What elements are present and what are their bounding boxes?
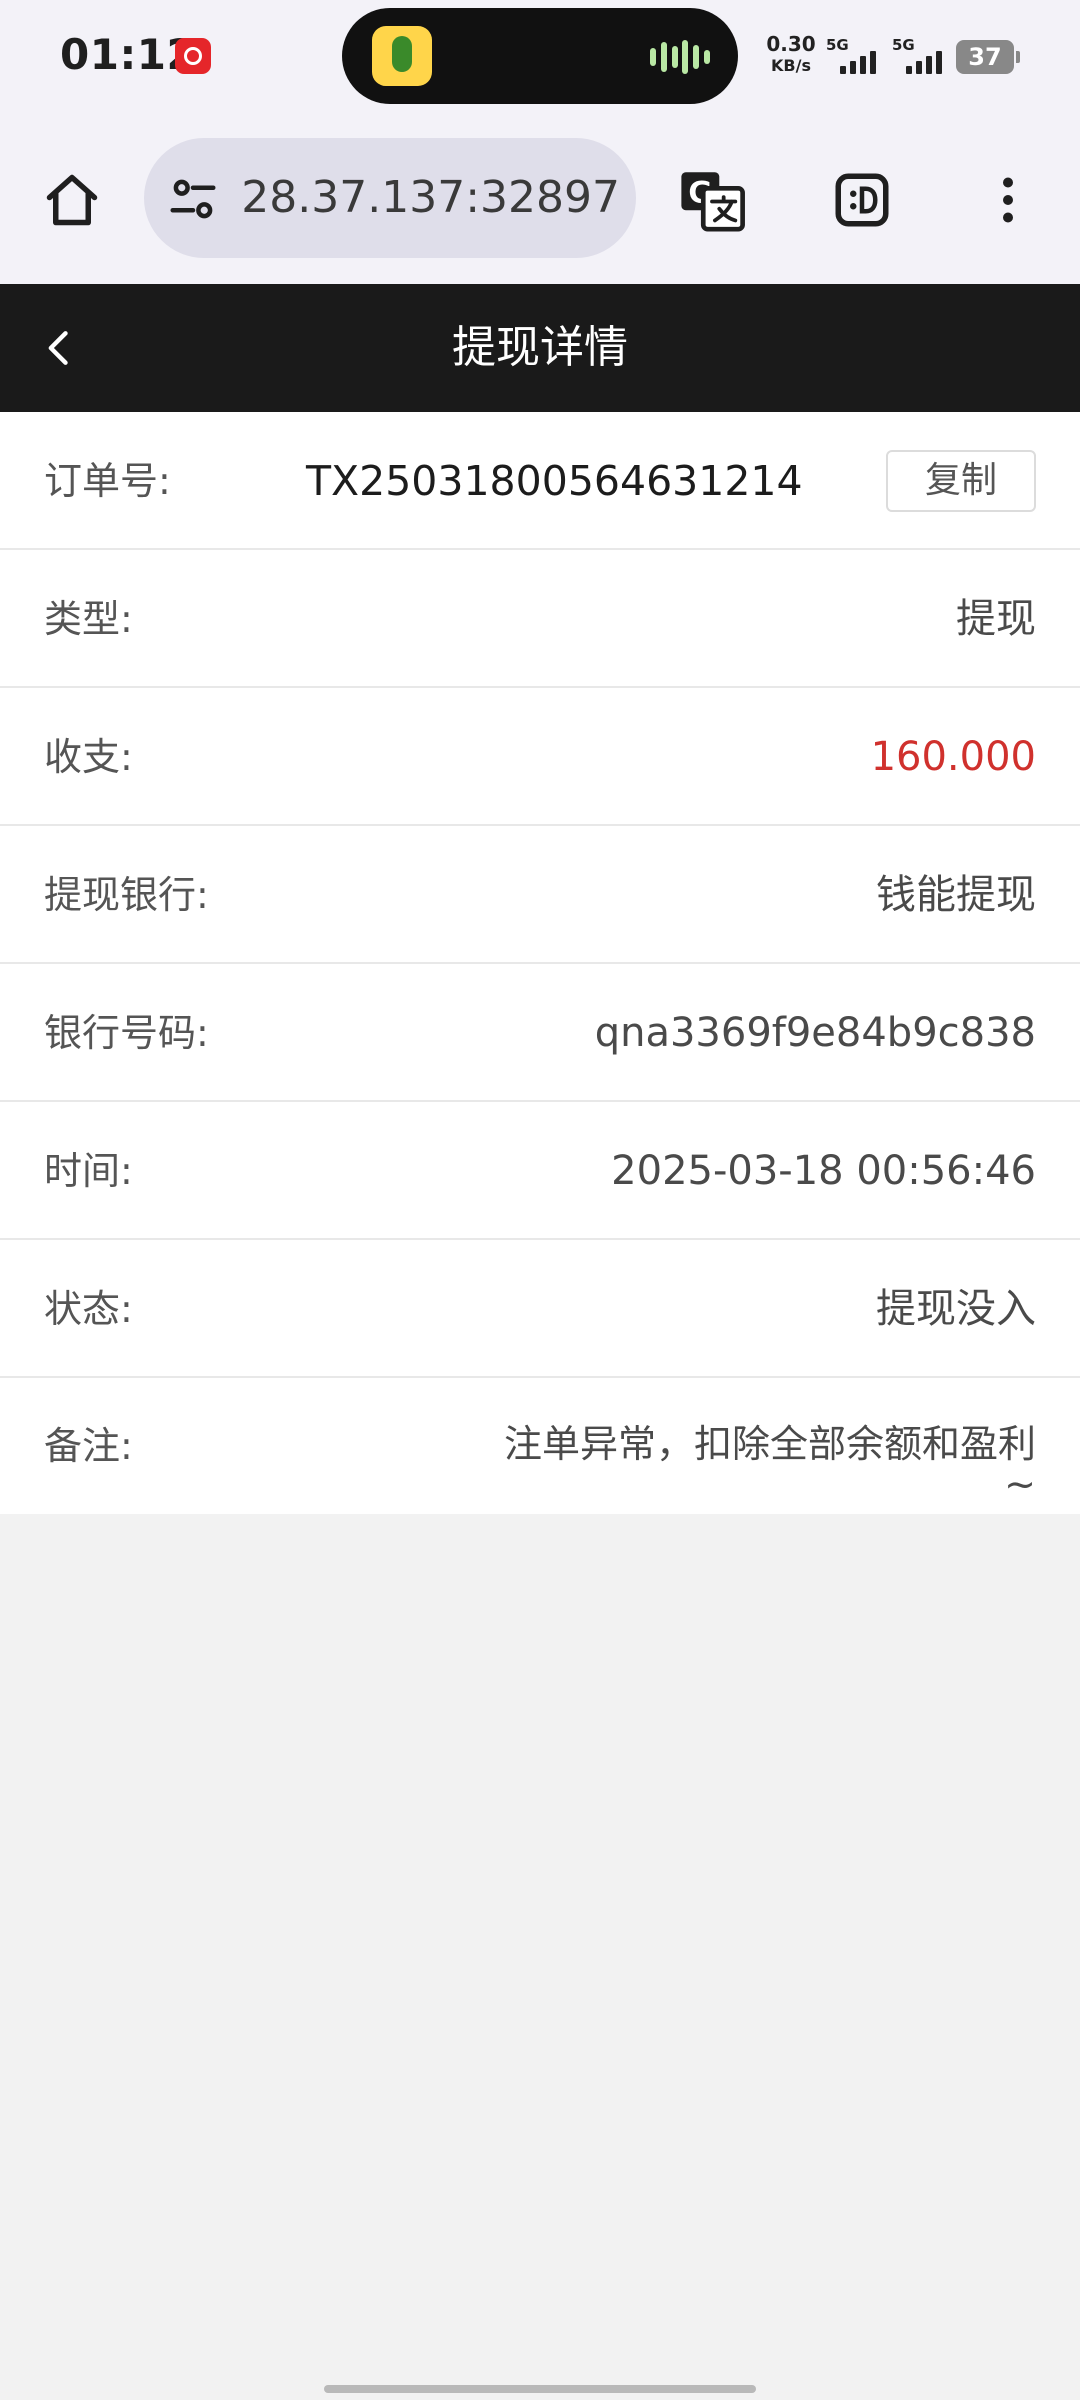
dynamic-island[interactable] [342,8,738,104]
detail-row-bank: 提现银行: 钱能提现 [0,826,1080,964]
chevron-left-icon [48,331,68,365]
remark-value: 注单异常，扣除全部余额和盈利~ [503,1422,1036,1506]
amount-value: 160.000 [870,734,1036,780]
address-bar[interactable]: 1.128.37.137:32897 [144,138,636,258]
translate-icon: G [681,172,745,232]
battery-icon: 37 [956,40,1020,74]
detail-row-remark: 备注: 注单异常，扣除全部余额和盈利~ [0,1378,1080,1514]
music-app-notification-icon [175,38,211,74]
detail-row-time: 时间: 2025-03-18 00:56:46 [0,1102,1080,1240]
url-text[interactable]: 1.128.37.137:32897 [240,166,620,230]
status-label: 状态: [44,1287,133,1331]
browser-toolbar: 1.128.37.137:32897 G [0,118,1080,284]
extension-button[interactable] [822,160,902,240]
page-title: 提现详情 [452,322,628,373]
site-settings-icon[interactable] [166,172,220,226]
detail-row-account: 银行号码: qna3369f9e84b9c838 [0,964,1080,1102]
time-label: 时间: [44,1149,133,1193]
account-label: 银行号码: [44,1011,209,1055]
more-vert-icon [1003,177,1013,223]
detail-row-amount: 收支: 160.000 [0,688,1080,826]
time-value: 2025-03-18 00:56:46 [611,1148,1036,1194]
remark-label: 备注: [44,1424,133,1468]
type-label: 类型: [44,597,133,641]
detail-row-order: 订单号: TX25031800564631214 复制 [0,412,1080,550]
extension-icon [835,173,889,227]
detail-row-type: 类型: 提现 [0,550,1080,688]
type-value: 提现 [956,596,1036,642]
status-value: 提现没入 [876,1286,1036,1332]
copy-button[interactable]: 复制 [886,450,1036,512]
bank-label: 提现银行: [44,873,209,917]
home-icon [46,174,98,226]
order-label: 订单号: [44,459,171,503]
sim1-signal-icon: 5G [826,36,886,76]
audio-wave-icon [650,40,710,74]
account-value: qna3369f9e84b9c838 [594,1010,1036,1056]
back-button[interactable] [20,308,100,388]
more-menu-button[interactable] [968,160,1048,240]
network-speed-value: 0.30 [766,32,816,56]
order-number: TX25031800564631214 [306,457,803,505]
home-button[interactable] [32,160,112,240]
status-bar: 01:12 0.30 KB/s 5G 5G 37 [0,0,1080,118]
translate-button[interactable]: G [670,158,754,242]
bank-value: 钱能提现 [876,872,1036,918]
network-speed-unit: KB/s [771,56,811,75]
now-playing-art-icon [372,26,432,86]
sim2-signal-icon: 5G [892,36,952,76]
amount-label: 收支: [44,735,133,779]
withdrawal-detail-list: 订单号: TX25031800564631214 复制 类型: 提现 收支: 1… [0,412,1080,1514]
home-indicator[interactable] [324,2385,756,2393]
app-header: 提现详情 [0,284,1080,412]
network-speed: 0.30 KB/s [764,34,818,76]
detail-row-status: 状态: 提现没入 [0,1240,1080,1378]
